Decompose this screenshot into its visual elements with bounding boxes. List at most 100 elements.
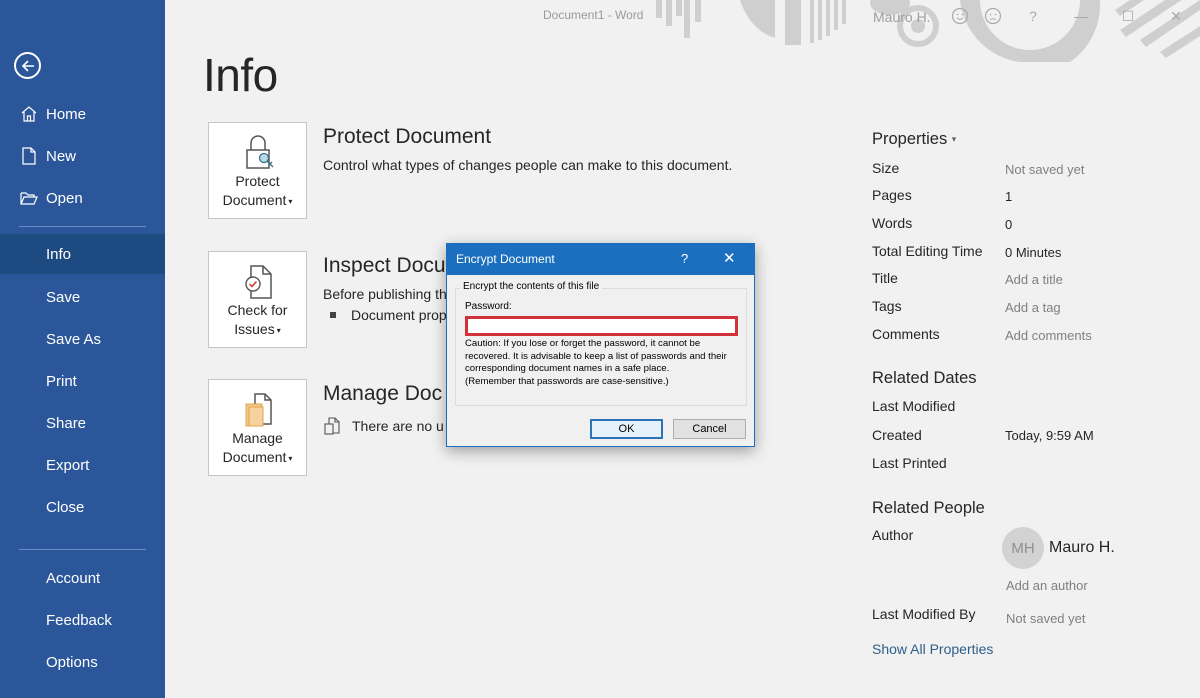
backstage-sidebar: Home New Open Info Save Save As Print Sh… — [0, 0, 165, 698]
new-document-icon — [22, 147, 36, 165]
related-people-heading: Related People — [872, 499, 985, 517]
sidebar-item-label: Save — [46, 288, 81, 306]
prop-label-author: Author — [872, 527, 914, 543]
sidebar-item-label: Close — [46, 498, 85, 516]
check-for-issues-button[interactable]: Check for Issues ▾ — [208, 251, 307, 348]
prop-label-created: Created — [872, 427, 922, 443]
frown-icon[interactable] — [983, 6, 1003, 26]
sidebar-item-feedback[interactable]: Feedback — [0, 600, 165, 640]
document-versions-icon — [324, 417, 340, 435]
sidebar-item-share[interactable]: Share — [0, 403, 165, 443]
caret-down-icon: ▾ — [276, 325, 281, 335]
caret-down-icon: ▾ — [288, 196, 293, 206]
avatar[interactable]: MH — [1002, 527, 1044, 569]
author-name[interactable]: Mauro H. — [1049, 539, 1115, 557]
add-author-field[interactable]: Add an author — [1006, 578, 1088, 593]
maximize-icon[interactable]: ☐ — [1118, 6, 1138, 26]
folder-open-icon — [20, 192, 38, 205]
prop-label-title: Title — [872, 270, 898, 286]
sidebar-item-label: Export — [46, 456, 90, 474]
tile-label: Manage Document ▾ — [222, 430, 293, 465]
ok-button[interactable]: OK — [590, 419, 663, 439]
show-all-properties-link[interactable]: Show All Properties — [872, 641, 993, 657]
back-button[interactable] — [14, 52, 41, 79]
prop-value-editing-time: 0 Minutes — [1005, 245, 1062, 260]
prop-label-tags: Tags — [872, 298, 902, 314]
dialog-title: Encrypt Document — [456, 252, 555, 266]
help-icon[interactable]: ? — [681, 251, 688, 266]
manage-document-button[interactable]: Manage Document ▾ — [208, 379, 307, 476]
cancel-button[interactable]: Cancel — [673, 419, 746, 439]
tile-label: Protect Document ▾ — [222, 173, 293, 208]
caret-down-icon: ▾ — [951, 134, 957, 145]
section-heading: Inspect Docu — [323, 254, 446, 277]
section-heading: Manage Doc — [323, 382, 443, 405]
prop-label-editing-time: Total Editing Time — [872, 243, 983, 259]
bullet-text: Document prop — [351, 307, 447, 323]
sidebar-item-account[interactable]: Account — [0, 558, 165, 598]
account-user-name[interactable]: Mauro H. — [873, 9, 931, 25]
prop-value-size: Not saved yet — [1005, 162, 1085, 177]
sidebar-item-label: Open — [46, 189, 83, 207]
prop-value-words: 0 — [1005, 217, 1013, 232]
back-arrow-icon — [21, 59, 34, 72]
properties-dropdown[interactable]: Properties ▾ — [872, 130, 956, 149]
sidebar-item-new[interactable]: New — [0, 136, 165, 176]
close-icon[interactable]: ✕ — [723, 249, 736, 267]
page-title: Info — [203, 49, 278, 101]
prop-label-last-printed: Last Printed — [872, 455, 947, 471]
sidebar-item-label: Options — [46, 653, 98, 671]
prop-label-comments: Comments — [872, 326, 940, 342]
comments-field[interactable]: Add comments — [1005, 328, 1092, 343]
sidebar-item-home[interactable]: Home — [0, 94, 165, 134]
sidebar-item-close[interactable]: Close — [0, 487, 165, 527]
dialog-title-bar[interactable]: Encrypt Document ? ✕ — [447, 244, 754, 275]
sidebar-item-info[interactable]: Info — [0, 234, 165, 274]
bullet-icon — [330, 312, 336, 318]
title-field[interactable]: Add a title — [1005, 272, 1063, 287]
smiley-icon[interactable] — [950, 6, 970, 26]
caret-down-icon: ▾ — [288, 453, 293, 463]
sidebar-item-export[interactable]: Export — [0, 445, 165, 485]
minimize-icon[interactable]: — — [1071, 6, 1091, 26]
group-label: Encrypt the contents of this file — [460, 281, 603, 292]
password-label: Password: — [465, 301, 512, 312]
section-heading: Protect Document — [323, 125, 492, 148]
prop-value-created: Today, 9:59 AM — [1005, 428, 1094, 443]
prop-value-last-modified-by: Not saved yet — [1006, 611, 1086, 626]
sidebar-item-save[interactable]: Save — [0, 277, 165, 317]
tags-field[interactable]: Add a tag — [1005, 300, 1061, 315]
document-title: Document1 - Word — [543, 8, 644, 22]
sidebar-item-print[interactable]: Print — [0, 361, 165, 401]
caution-text: Caution: If you lose or forget the passw… — [465, 338, 727, 387]
encrypt-document-dialog: Encrypt Document ? ✕ Encrypt the content… — [446, 243, 755, 447]
tile-label: Check for Issues ▾ — [227, 302, 288, 337]
sidebar-item-label: Share — [46, 414, 87, 432]
sidebar-item-label: Account — [46, 569, 101, 587]
prop-label-size: Size — [872, 160, 900, 176]
close-icon[interactable]: ✕ — [1166, 6, 1186, 26]
prop-value-pages: 1 — [1005, 189, 1013, 204]
section-description: Control what types of changes people can… — [323, 157, 733, 173]
prop-label-last-modified-by: Last Modified By — [872, 606, 976, 622]
password-input[interactable] — [465, 316, 738, 336]
sidebar-item-label: Print — [46, 372, 77, 390]
sidebar-item-save-as[interactable]: Save As — [0, 319, 165, 359]
help-icon[interactable]: ? — [1023, 6, 1043, 26]
protect-document-button[interactable]: Protect Document ▾ — [208, 122, 307, 219]
manage-versions-icon — [245, 393, 272, 427]
sidebar-item-open[interactable]: Open — [0, 178, 165, 218]
lock-key-icon — [246, 135, 274, 169]
section-description: There are no u — [352, 418, 444, 434]
document-check-icon — [245, 265, 272, 299]
sidebar-item-options[interactable]: Options — [0, 642, 165, 682]
related-dates-heading: Related Dates — [872, 369, 977, 387]
home-icon — [21, 106, 37, 122]
sidebar-item-label: Info — [46, 245, 72, 263]
prop-label-pages: Pages — [872, 187, 912, 203]
sidebar-item-label: Feedback — [46, 611, 112, 629]
prop-label-last-modified: Last Modified — [872, 398, 956, 414]
sidebar-item-label: Home — [46, 105, 87, 123]
prop-label-words: Words — [872, 215, 913, 231]
sidebar-item-label: New — [46, 147, 77, 165]
